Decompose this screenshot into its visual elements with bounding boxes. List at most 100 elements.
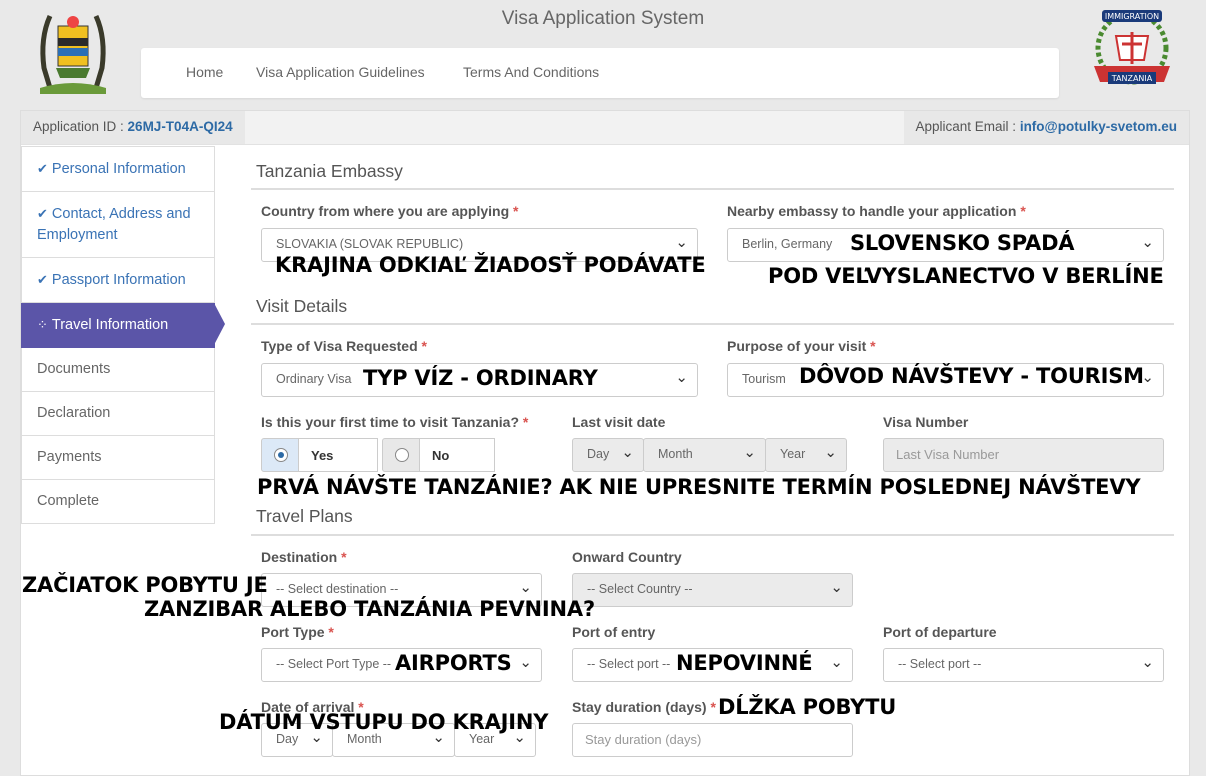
sidebar-item-label: Payments [37,449,102,465]
port-departure-label: Port of departure [883,624,997,640]
section-divider [251,323,1174,325]
annotation-embassy-line2: POD VEĽVYSLANECTVO V BERLÍNE [768,264,1164,288]
country-select-value: SLOVAKIA (SLOVAK REPUBLIC) [276,237,464,251]
required-mark: * [1020,203,1026,219]
applicant-email: Applicant Email : info@potulky-svetom.eu [903,111,1189,144]
check-icon: ✔ [37,161,48,176]
annotation-port-entry: NEPOVINNÉ [676,651,813,675]
immigration-logo: IMMIGRATION TANZANIA [1094,10,1170,85]
required-mark: * [710,699,716,715]
last-visit-year-select[interactable]: Year [765,438,847,472]
port-type-label-text: Port Type [261,624,325,640]
required-mark: * [421,338,427,354]
application-panel: Application ID : 26MJ-T04A-QI24 Applican… [20,110,1190,776]
site-title: Visa Application System [501,8,705,29]
annotation-purpose: DÔVOD NÁVŠTEVY - TOURISM [799,364,1144,388]
sidebar-item-label: Declaration [37,405,111,421]
applicant-email-label: Applicant Email : [915,119,1020,134]
application-id-label: Application ID : [33,119,128,134]
check-icon: ✔ [37,272,48,287]
sidebar-item-label: Passport Information [51,272,186,288]
onward-country-select[interactable]: -- Select Country -- [572,573,853,607]
svg-text:TANZANIA: TANZANIA [1111,74,1153,83]
section-title-visit: Visit Details [256,296,348,316]
first-time-no-radio[interactable] [382,438,420,472]
sidebar-item-label: Complete [37,493,100,509]
nav-visa-guidelines[interactable]: Visa Application Guidelines [256,64,425,80]
required-mark: * [870,338,876,354]
check-icon: ✔ [37,206,48,221]
embassy-select-value: Berlin, Germany [742,237,833,251]
sidebar-item-documents[interactable]: Documents [21,348,215,392]
annotation-embassy-line1: SLOVENSKO SPADÁ [850,231,1075,255]
port-type-value: -- Select Port Type -- [276,657,392,671]
spinner-icon: ⁘ [37,317,48,332]
stay-duration-placeholder: Stay duration (days) [585,732,702,747]
last-visit-day-value: Day [587,447,610,461]
first-time-no-option[interactable]: No [419,438,495,472]
header: Visa Application System IMMIGRATION TANZ… [0,0,1206,108]
main-navbar: Home Visa Application Guidelines Terms A… [141,48,1059,98]
sidebar-item-travel[interactable]: ⁘ Travel Information [21,303,225,348]
last-visit-day-select[interactable]: Day [572,438,644,472]
last-visit-label: Last visit date [572,414,666,430]
section-divider [251,534,1174,536]
arrival-year-value: Year [469,732,495,746]
required-mark: * [328,624,334,640]
port-entry-label: Port of entry [572,624,656,640]
purpose-label: Purpose of your visit * [727,338,876,354]
sidebar-item-label: Contact, Address and Employment [37,206,191,243]
onward-country-value: -- Select Country -- [587,582,693,596]
applicant-email-value[interactable]: info@potulky-svetom.eu [1020,119,1177,134]
sidebar-item-payments[interactable]: Payments [21,436,215,480]
first-time-yes-label: Yes [311,448,334,463]
annotation-stay: DĹŽKA POBYTU [718,695,897,719]
visa-type-label: Type of Visa Requested * [261,338,427,354]
stay-duration-label-text: Stay duration (days) [572,699,707,715]
last-visit-month-select[interactable]: Month [643,438,766,472]
stay-duration-label: Stay duration (days) * [572,699,716,715]
nav-home[interactable]: Home [186,64,223,80]
destination-select-value: -- Select destination -- [276,582,399,596]
first-time-label: Is this your first time to visit Tanzani… [261,414,528,430]
first-time-label-text: Is this your first time to visit Tanzani… [261,414,520,430]
sidebar-item-label: Documents [37,361,111,377]
onward-country-label: Onward Country [572,549,682,565]
section-divider [251,188,1174,190]
stay-duration-input[interactable]: Stay duration (days) [572,723,853,757]
purpose-label-text: Purpose of your visit [727,338,867,354]
info-bar: Application ID : 26MJ-T04A-QI24 Applican… [21,111,1189,145]
destination-label-text: Destination [261,549,338,565]
sidebar-item-contact[interactable]: ✔ Contact, Address and Employment [21,192,215,258]
purpose-select-value: Tourism [742,372,786,386]
sidebar-item-label: Travel Information [51,317,169,333]
port-entry-value: -- Select port -- [587,657,671,671]
visa-number-input[interactable]: Last Visa Number [883,438,1164,472]
required-mark: * [513,203,519,219]
visa-type-select-value: Ordinary Visa [276,372,352,386]
country-label-text: Country from where you are applying [261,203,510,219]
first-time-yes-option[interactable]: Yes [298,438,378,472]
port-departure-value: -- Select port -- [898,657,982,671]
visa-number-label: Visa Number [883,414,969,430]
required-mark: * [522,414,529,430]
last-visit-year-value: Year [780,447,806,461]
sidebar-item-label: Personal Information [51,161,186,177]
port-type-label: Port Type * [261,624,334,640]
sidebar-item-personal[interactable]: ✔ Personal Information [21,146,215,192]
radio-selected-icon [274,448,288,462]
arrival-month-value: Month [347,732,382,746]
application-id: Application ID : 26MJ-T04A-QI24 [21,111,245,144]
sidebar-item-passport[interactable]: ✔ Passport Information [21,258,215,303]
sidebar-item-complete[interactable]: Complete [21,480,215,524]
annotation-first-visit: PRVÁ NÁVŠTE TANZÁNIE? AK NIE UPRESNITE T… [257,475,1141,499]
annotation-destination-line2: ZANZIBAR ALEBO TANZÁNIA PEVNINA? [144,597,595,621]
visa-type-label-text: Type of Visa Requested [261,338,418,354]
visa-number-placeholder: Last Visa Number [896,447,1000,462]
section-title-travel: Travel Plans [256,506,353,526]
port-departure-select[interactable]: -- Select port -- [883,648,1164,682]
steps-sidebar: ✔ Personal Information ✔ Contact, Address … [21,146,225,524]
sidebar-item-declaration[interactable]: Declaration [21,392,215,436]
first-time-yes-radio[interactable] [261,438,299,472]
nav-terms-conditions[interactable]: Terms And Conditions [463,64,599,80]
